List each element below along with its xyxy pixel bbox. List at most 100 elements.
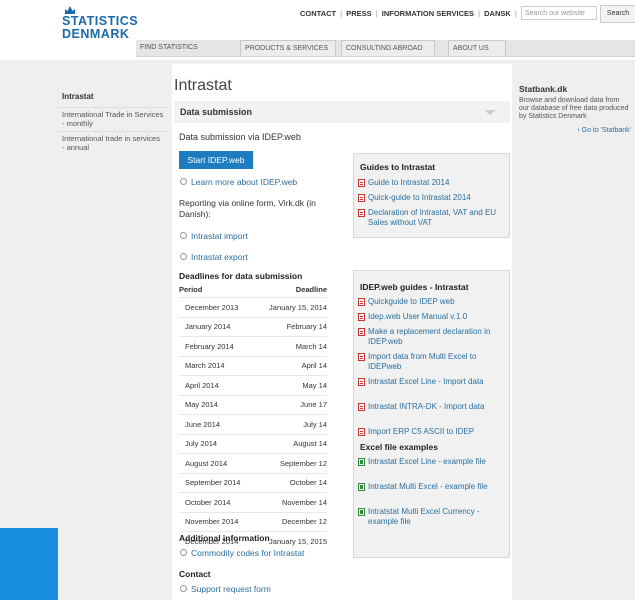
- bullet-icon: [180, 585, 187, 593]
- period-cell: October 2014: [179, 492, 256, 512]
- pdf-icon: [358, 194, 365, 202]
- table-row: February 2014 March 14: [179, 336, 327, 356]
- statbank-link[interactable]: › Go to 'Statbank': [519, 127, 631, 134]
- pdf-icon: [358, 179, 365, 187]
- idep-link-2[interactable]: Idep.web User Manual v.1.0: [358, 312, 506, 322]
- idep-link-4-text[interactable]: Import data from Multi Excel to IDEPweb: [368, 352, 504, 371]
- guide-link-2[interactable]: Quick-guide to Intrastat 2014: [358, 193, 506, 203]
- submission-text: Data submission via IDEP.web: [179, 132, 301, 142]
- statbank-title: Statbank.dk: [519, 84, 568, 94]
- intrastat-import-link[interactable]: Intrastat import: [180, 231, 248, 241]
- excel-icon: [358, 458, 365, 466]
- excel-link-2[interactable]: Intrastat Multi Excel - example file: [358, 482, 506, 492]
- idep-link-4[interactable]: Import data from Multi Excel to IDEPweb: [358, 352, 506, 371]
- idep-link-1-text[interactable]: Quickguide to IDEP web: [368, 297, 504, 307]
- search-button[interactable]: Search: [600, 5, 635, 23]
- top-link-press[interactable]: PRESS: [346, 9, 371, 18]
- pdf-icon: [358, 209, 365, 217]
- idep-link-7-text[interactable]: Import ERP C5 ASCII to IDEP: [368, 427, 504, 437]
- table-row: June 2014 July 14: [179, 414, 327, 434]
- idep-link-6-text[interactable]: Intrastat INTRA-DK - Import data: [368, 402, 504, 412]
- commodity-codes-link[interactable]: Commodity codes for Intrastat: [180, 548, 304, 558]
- contact-heading: Contact: [179, 569, 211, 579]
- sidebar-heading[interactable]: Intrastat: [62, 92, 168, 101]
- sidebar-item-trade-services-monthly[interactable]: International Trade in Services - monthl…: [58, 107, 168, 131]
- pdf-icon: [358, 378, 365, 386]
- bullet-icon: [180, 549, 187, 557]
- top-link-dansk[interactable]: DANSK: [484, 9, 511, 18]
- section-header[interactable]: Data submission: [174, 101, 510, 123]
- idep-link-7[interactable]: Import ERP C5 ASCII to IDEP: [358, 427, 506, 437]
- intrastat-export-text[interactable]: Intrastat export: [191, 252, 248, 262]
- support-request-text[interactable]: Support request form: [191, 584, 271, 594]
- deadline-cell: June 17: [255, 394, 327, 415]
- deadline-cell: April 14: [255, 355, 327, 376]
- deadlines-heading: Deadlines for data submission: [179, 271, 303, 281]
- guides-box: Guides to Intrastat Guide to Intrastat 2…: [353, 153, 510, 238]
- deadline-cell: July 14: [255, 414, 327, 434]
- top-link-contact[interactable]: CONTACT: [300, 9, 336, 18]
- period-cell: December 2013: [179, 297, 256, 317]
- chevron-down-icon[interactable]: [484, 110, 496, 115]
- tab-about-us[interactable]: ABOUT US: [448, 40, 506, 56]
- deadline-cell: March 14: [255, 336, 327, 356]
- idep-link-3-text[interactable]: Make a replacement declaration in IDEP.w…: [368, 327, 504, 346]
- intrastat-export-link[interactable]: Intrastat export: [180, 252, 248, 262]
- sidebar-item-trade-services-annual[interactable]: International trade in services - annual: [58, 131, 168, 155]
- section-title: Data submission: [180, 107, 253, 117]
- table-row: April 2014 May 14: [179, 375, 327, 395]
- deadline-cell: May 14: [255, 375, 327, 395]
- idep-link-6[interactable]: Intrastat INTRA-DK - Import data: [358, 402, 506, 412]
- excel-link-3-text[interactable]: Intratstat Multi Excel Currency - exampl…: [368, 507, 504, 526]
- excel-link-1[interactable]: Intrastat Excel Line - example file: [358, 457, 506, 467]
- guide-link-2-text[interactable]: Quick-guide to Intrastat 2014: [368, 193, 504, 203]
- tab-find-statistics[interactable]: FIND STATISTICS: [136, 40, 232, 56]
- sidebar: Intrastat International Trade in Service…: [58, 88, 168, 155]
- top-link-information-services[interactable]: INFORMATION SERVICES: [382, 9, 474, 18]
- table-row: August 2014 September 12: [179, 453, 327, 473]
- commodity-codes-text[interactable]: Commodity codes for Intrastat: [191, 548, 304, 558]
- deadline-cell: September 12: [255, 453, 327, 473]
- table-row: January 2014 February 14: [179, 316, 327, 337]
- deadlines-table: Period Deadline December 2013 January 15,…: [179, 282, 327, 551]
- idep-link-5-text[interactable]: Intrastat Excel Line - Import data: [368, 377, 504, 387]
- guide-link-3-text[interactable]: Declaration of Intrastat, VAT and EU Sal…: [368, 208, 504, 227]
- search-input[interactable]: Search our website: [521, 6, 597, 20]
- page-title: Intrastat: [174, 77, 232, 94]
- period-cell: April 2014: [179, 375, 256, 395]
- excel-link-1-text[interactable]: Intrastat Excel Line - example file: [368, 457, 504, 467]
- learn-more-link[interactable]: Learn more about IDEP.web: [180, 177, 297, 187]
- intrastat-import-text[interactable]: Intrastat import: [191, 231, 248, 241]
- excel-icon: [358, 508, 365, 516]
- idep-link-3[interactable]: Make a replacement declaration in IDEP.w…: [358, 327, 506, 346]
- guides-title: Guides to Intrastat: [360, 162, 436, 172]
- period-cell: March 2014: [179, 355, 256, 376]
- additional-info-heading: Additional information: [179, 533, 270, 543]
- start-idep-button[interactable]: Start IDEP.web: [179, 151, 253, 169]
- tab-products-services[interactable]: PRODUCTS & SERVICES: [240, 40, 336, 56]
- excel-link-3[interactable]: Intratstat Multi Excel Currency - exampl…: [358, 507, 506, 526]
- excel-link-2-text[interactable]: Intrastat Multi Excel - example file: [368, 482, 504, 492]
- table-row: July 2014 August 14: [179, 433, 327, 454]
- pdf-icon: [358, 313, 365, 321]
- period-cell: July 2014: [179, 433, 256, 454]
- deadline-cell: January 15, 2014: [255, 297, 327, 317]
- deadline-cell: December 12: [255, 511, 327, 532]
- table-row: May 2014 June 17: [179, 394, 327, 415]
- idep-link-5[interactable]: Intrastat Excel Line - Import data: [358, 377, 506, 387]
- idep-link-1[interactable]: Quickguide to IDEP web: [358, 297, 506, 307]
- guide-link-1[interactable]: Guide to Intrastat 2014: [358, 178, 506, 188]
- guide-link-3[interactable]: Declaration of Intrastat, VAT and EU Sal…: [358, 208, 506, 227]
- idep-guides-title: IDEP.web guides - Intrastat: [360, 282, 469, 292]
- guide-link-1-text[interactable]: Guide to Intrastat 2014: [368, 178, 504, 188]
- support-request-link[interactable]: Support request form: [180, 584, 271, 594]
- tab-consulting-abroad[interactable]: CONSULTING ABROAD: [341, 40, 435, 56]
- logo[interactable]: STATISTICS DENMARK: [62, 15, 138, 41]
- excel-icon: [358, 483, 365, 491]
- idep-link-2-text[interactable]: Idep.web User Manual v.1.0: [368, 312, 504, 322]
- deadline-cell: August 14: [255, 433, 327, 454]
- period-cell: September 2014: [179, 472, 256, 493]
- period-cell: June 2014: [179, 414, 256, 434]
- period-cell: January 2014: [179, 316, 256, 337]
- learn-more-text[interactable]: Learn more about IDEP.web: [191, 177, 297, 187]
